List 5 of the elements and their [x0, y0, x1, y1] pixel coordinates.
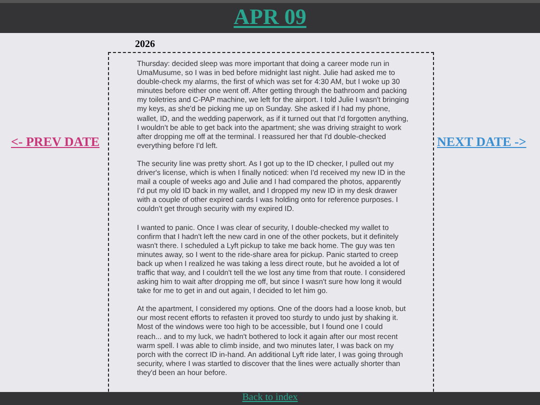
next-date-link[interactable]: NEXT DATE -> [437, 134, 526, 150]
year-heading: 2026 [135, 38, 156, 52]
date-title[interactable]: APR 09 [234, 4, 306, 29]
back-to-index-link[interactable]: Back to index [242, 392, 298, 404]
previous-date-link[interactable]: <- PREV DATE [11, 134, 100, 150]
